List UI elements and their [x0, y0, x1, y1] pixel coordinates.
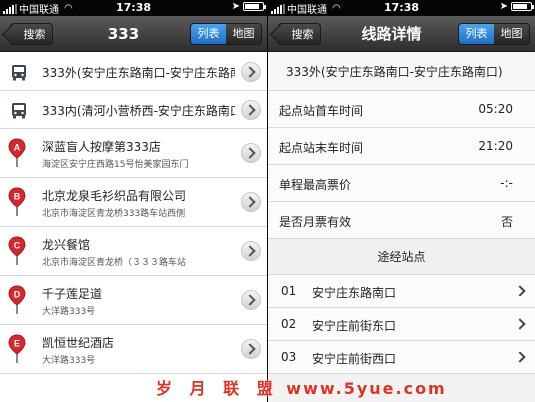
chevron-right-icon: [514, 351, 526, 363]
info-row: 起点站末车时间 21:20: [268, 128, 535, 165]
stop-name: 安宁庄东路南口: [312, 286, 397, 300]
info-row: 是否月票有效 否: [268, 202, 535, 239]
watermark: 岁 月 联 盟 www.5yue.com: [156, 375, 526, 399]
back-button-label: 搜索: [291, 28, 314, 41]
poi-row[interactable]: E 凯恒世纪酒店 大洋路333号: [0, 325, 267, 374]
poi-name: 千子莲足道: [42, 287, 103, 301]
pin-letter: D: [14, 290, 21, 300]
poi-address: 北京市海淀区青龙桥（３３３路车站: [42, 258, 187, 268]
bus-icon: [12, 103, 26, 119]
info-row: 起点站首车时间 05:20: [268, 91, 535, 128]
watermark-url: www.5yue.com: [286, 379, 447, 398]
poi-name: 深蓝盲人按摩第333店: [42, 140, 161, 154]
poi-row[interactable]: D 千子莲足道 大洋路333号: [0, 276, 267, 325]
line-detail-screen: 中国联通 ◠ 17:38 ➤ 搜索 线路详情 列表 地图 333外(安宁庄东路南…: [268, 0, 535, 402]
info-value: -:-: [500, 176, 513, 190]
info-value: 05:20: [478, 102, 513, 116]
page-title: 333: [107, 25, 140, 43]
disclosure-chevron-icon[interactable]: [241, 62, 261, 82]
nav-bar: 搜索 线路详情 列表 地图: [268, 16, 535, 52]
nav-bar: 搜索 333 列表 地图: [0, 16, 267, 52]
bus-line-name: 333内(清河小营桥西-安宁庄东路南口): [42, 104, 235, 118]
battery-icon: [243, 2, 266, 11]
bus-line-row[interactable]: 333外(安宁庄东路南口-安宁庄东路南口): [0, 53, 267, 91]
bus-line-row[interactable]: 333内(清河小营桥西-安宁庄东路南口): [0, 91, 267, 129]
view-segmented-control: 列表 地图: [190, 23, 262, 45]
disclosure-chevron-icon[interactable]: [241, 143, 261, 163]
status-time: 17:38: [115, 1, 151, 14]
info-value: 21:20: [478, 139, 513, 153]
stop-number: 03: [281, 350, 297, 364]
poi-address: 北京市海淀区青龙桥333路车站西侧: [42, 209, 186, 219]
pin-letter: A: [14, 143, 21, 153]
stop-number: 02: [281, 317, 297, 331]
poi-name: 龙兴餐馆: [42, 238, 91, 252]
disclosure-chevron-icon[interactable]: [241, 339, 261, 359]
back-button-label: 搜索: [23, 28, 46, 41]
segment-map[interactable]: 地图: [226, 24, 261, 44]
results-list: 333外(安宁庄东路南口-安宁庄东路南口) 333内(清河小营桥西-安宁庄东路南…: [0, 53, 267, 374]
status-bar: 中国联通 ◠ 17:38 ➤: [268, 0, 535, 16]
info-label: 起点站首车时间: [279, 104, 364, 118]
stop-name: 安宁庄前街东口: [312, 319, 397, 333]
stop-row[interactable]: 01 安宁庄东路南口: [268, 275, 535, 308]
disclosure-chevron-icon[interactable]: [241, 100, 261, 120]
segment-list[interactable]: 列表: [191, 24, 226, 44]
chevron-right-icon: [514, 318, 526, 330]
disclosure-chevron-icon[interactable]: [241, 192, 261, 212]
poi-address: 大洋路333号: [42, 307, 96, 317]
segment-map[interactable]: 地图: [494, 24, 529, 44]
poi-name: 北京龙泉毛衫织品有限公司: [42, 189, 187, 203]
pin-letter: B: [14, 192, 21, 202]
poi-address: 大洋路333号: [42, 356, 96, 366]
stop-number: 01: [281, 284, 297, 298]
chevron-right-icon: [514, 285, 526, 297]
back-button[interactable]: 搜索: [10, 23, 53, 45]
segment-list[interactable]: 列表: [459, 24, 494, 44]
status-bar: 中国联通 ◠ 17:38 ➤: [0, 0, 267, 16]
watermark-cn: 岁 月 联 盟: [156, 379, 279, 398]
stop-row[interactable]: 02 安宁庄前街东口: [268, 308, 535, 341]
poi-row[interactable]: A 深蓝盲人按摩第333店 海淀区安宁庄西路15号怡美家园东门: [0, 129, 267, 178]
pin-letter: C: [14, 241, 21, 251]
info-label: 是否月票有效: [279, 215, 352, 229]
poi-name: 凯恒世纪酒店: [42, 336, 115, 350]
location-icon: ➤: [231, 1, 240, 12]
stop-name: 安宁庄前街西口: [312, 352, 397, 366]
map-pin-icon: E: [8, 334, 26, 363]
view-segmented-control: 列表 地图: [458, 23, 530, 45]
status-time: 17:38: [383, 1, 419, 14]
line-name: 333外(安宁庄东路南口-安宁庄东路南口): [268, 53, 535, 91]
info-value: 否: [500, 215, 513, 229]
disclosure-chevron-icon[interactable]: [241, 290, 261, 310]
pin-letter: E: [14, 339, 20, 349]
status-right: ➤: [499, 1, 534, 12]
stop-row[interactable]: 03 安宁庄前街西口: [268, 341, 535, 374]
info-label: 起点站末车时间: [279, 141, 364, 155]
info-label: 单程最高票价: [279, 178, 352, 192]
location-icon: ➤: [499, 1, 508, 12]
page-title: 线路详情: [361, 25, 422, 43]
back-button[interactable]: 搜索: [278, 23, 321, 45]
status-right: ➤: [231, 1, 266, 12]
map-pin-icon: B: [8, 187, 26, 216]
stops-section-title: 途经站点: [268, 239, 535, 275]
bus-icon: [12, 65, 26, 81]
disclosure-chevron-icon[interactable]: [241, 241, 261, 261]
bus-line-name: 333外(安宁庄东路南口-安宁庄东路南口): [42, 66, 235, 80]
line-detail: 333外(安宁庄东路南口-安宁庄东路南口) 起点站首车时间 05:20 起点站末…: [268, 53, 535, 374]
map-pin-icon: C: [8, 236, 26, 265]
map-pin-icon: A: [8, 138, 26, 167]
poi-row[interactable]: B 北京龙泉毛衫织品有限公司 北京市海淀区青龙桥333路车站西侧: [0, 178, 267, 227]
info-row: 单程最高票价 -:-: [268, 165, 535, 202]
poi-address: 海淀区安宁庄西路15号怡美家园东门: [42, 160, 189, 170]
poi-row[interactable]: C 龙兴餐馆 北京市海淀区青龙桥（３３３路车站: [0, 227, 267, 276]
map-pin-icon: D: [8, 285, 26, 314]
search-results-screen: 中国联通 ◠ 17:38 ➤ 搜索 333 列表 地图 333外(安宁庄东路南口…: [0, 0, 267, 402]
battery-icon: [511, 2, 534, 11]
